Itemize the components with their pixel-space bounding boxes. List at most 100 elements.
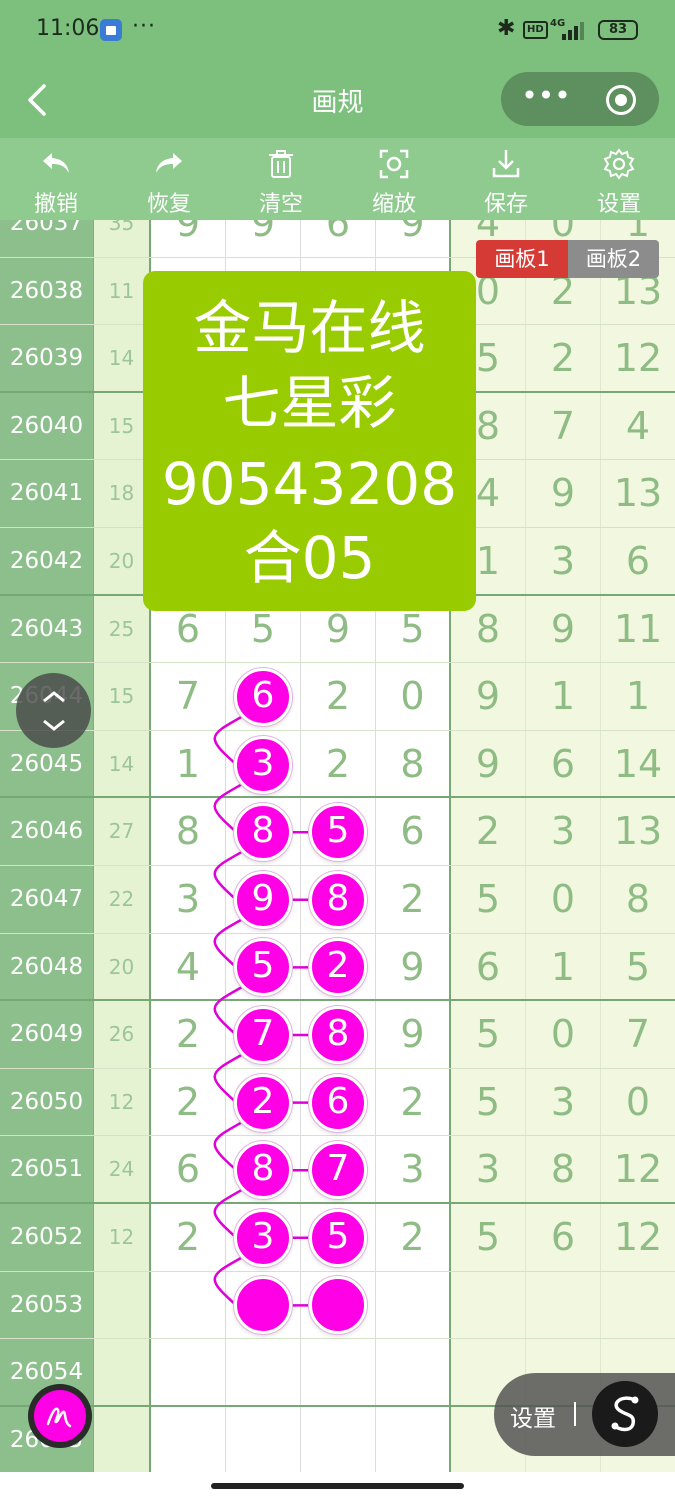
- digit-cell[interactable]: 12: [601, 1136, 675, 1202]
- digit-cell[interactable]: 2: [301, 663, 376, 730]
- digit-cell[interactable]: [151, 1406, 226, 1472]
- digit-cell[interactable]: 9: [451, 730, 526, 797]
- digit-cell[interactable]: 2: [376, 1204, 451, 1271]
- digit-cell[interactable]: 9: [526, 595, 601, 663]
- digit-cell[interactable]: 7: [526, 392, 601, 460]
- tab-board-1[interactable]: 画板1: [476, 240, 568, 278]
- digit-cell[interactable]: 3: [151, 866, 226, 933]
- digit-cell[interactable]: 6: [376, 798, 451, 865]
- digit-cell[interactable]: 9: [226, 220, 301, 257]
- digit-cell[interactable]: 1: [526, 933, 601, 1000]
- marked-ball[interactable]: 8: [234, 803, 292, 862]
- zoom-button[interactable]: 缩放: [344, 138, 444, 220]
- marked-ball[interactable]: [234, 1276, 292, 1335]
- digit-cell[interactable]: 6: [526, 1204, 601, 1271]
- digit-cell[interactable]: 5: [451, 1001, 526, 1068]
- digit-cell[interactable]: 5: [451, 1204, 526, 1271]
- redo-button[interactable]: 恢复: [119, 138, 219, 220]
- digit-cell[interactable]: 0: [376, 663, 451, 730]
- digit-cell[interactable]: 6: [526, 730, 601, 797]
- digit-cell[interactable]: 6: [451, 933, 526, 1000]
- digit-cell[interactable]: 3: [376, 1136, 451, 1202]
- digit-cell[interactable]: 2: [451, 798, 526, 865]
- close-miniprogram-icon[interactable]: [606, 85, 636, 115]
- digit-cell[interactable]: 1: [526, 663, 601, 730]
- digit-cell[interactable]: 3: [526, 798, 601, 865]
- digit-cell[interactable]: 5: [601, 933, 675, 1000]
- digit-cell[interactable]: 2: [526, 325, 601, 391]
- pen-tool-button[interactable]: [28, 1384, 92, 1448]
- marked-ball[interactable]: 5: [309, 803, 367, 862]
- digit-cell[interactable]: [226, 1339, 301, 1405]
- marked-ball[interactable]: 7: [234, 1006, 292, 1064]
- marked-ball[interactable]: 3: [234, 735, 292, 794]
- marked-ball[interactable]: 9: [234, 870, 292, 929]
- digit-cell[interactable]: 8: [376, 730, 451, 797]
- digit-cell[interactable]: 2: [151, 1204, 226, 1271]
- snake-path-icon[interactable]: [592, 1381, 658, 1447]
- digit-cell[interactable]: 6: [151, 1136, 226, 1202]
- digit-cell[interactable]: 4: [601, 392, 675, 460]
- digit-cell[interactable]: [226, 1406, 301, 1472]
- digit-cell[interactable]: 9: [451, 663, 526, 730]
- digit-cell[interactable]: 8: [601, 866, 675, 933]
- floating-settings-label[interactable]: 设置: [510, 1399, 556, 1433]
- marked-ball[interactable]: [309, 1276, 367, 1335]
- marked-ball[interactable]: 7: [309, 1141, 367, 1200]
- digit-cell[interactable]: 0: [526, 1001, 601, 1068]
- digit-cell[interactable]: 14: [601, 730, 675, 797]
- digit-cell[interactable]: 11: [601, 595, 675, 663]
- digit-cell[interactable]: 9: [526, 460, 601, 527]
- digit-cell[interactable]: 7: [151, 663, 226, 730]
- digit-cell[interactable]: 1: [151, 730, 226, 797]
- digit-cell[interactable]: 9: [376, 220, 451, 257]
- marked-ball[interactable]: 5: [234, 938, 292, 997]
- scroll-handle[interactable]: [16, 673, 91, 748]
- digit-cell[interactable]: 9: [151, 220, 226, 257]
- clear-button[interactable]: 清空: [231, 138, 331, 220]
- digit-cell[interactable]: 12: [601, 1204, 675, 1271]
- digit-cell[interactable]: [376, 1271, 451, 1339]
- digit-cell[interactable]: 3: [451, 1136, 526, 1202]
- digit-cell[interactable]: 9: [376, 933, 451, 1000]
- settings-button[interactable]: 设置: [569, 138, 669, 220]
- digit-cell[interactable]: [301, 1406, 376, 1472]
- digit-cell[interactable]: [376, 1339, 451, 1405]
- undo-button[interactable]: 撤销: [6, 138, 106, 220]
- tab-board-2[interactable]: 画板2: [568, 240, 659, 278]
- marked-ball[interactable]: 6: [309, 1073, 367, 1132]
- digit-cell[interactable]: 8: [151, 798, 226, 865]
- marked-ball[interactable]: 2: [234, 1073, 292, 1132]
- digit-cell[interactable]: 2: [376, 866, 451, 933]
- home-indicator[interactable]: [211, 1483, 464, 1489]
- digit-cell[interactable]: 13: [601, 798, 675, 865]
- digit-cell[interactable]: 3: [526, 1068, 601, 1136]
- digit-cell[interactable]: [151, 1271, 226, 1339]
- digit-cell[interactable]: [601, 1271, 675, 1339]
- digit-cell[interactable]: 2: [151, 1001, 226, 1068]
- digit-cell[interactable]: 1: [601, 663, 675, 730]
- marked-ball[interactable]: 8: [309, 870, 367, 929]
- marked-ball[interactable]: 8: [309, 1006, 367, 1064]
- digit-cell[interactable]: [301, 1339, 376, 1405]
- digit-cell[interactable]: 6: [601, 528, 675, 594]
- digit-cell[interactable]: 2: [301, 730, 376, 797]
- digit-cell[interactable]: 0: [601, 1068, 675, 1136]
- digit-cell[interactable]: 3: [526, 528, 601, 594]
- digit-cell[interactable]: 5: [451, 866, 526, 933]
- digit-cell[interactable]: 12: [601, 325, 675, 391]
- marked-ball[interactable]: 3: [234, 1208, 292, 1267]
- digit-cell[interactable]: 0: [526, 866, 601, 933]
- digit-cell[interactable]: [376, 1406, 451, 1472]
- marked-ball[interactable]: 5: [309, 1208, 367, 1267]
- digit-cell[interactable]: 2: [151, 1068, 226, 1136]
- digit-cell[interactable]: 9: [376, 1001, 451, 1068]
- digit-cell[interactable]: [451, 1271, 526, 1339]
- digit-cell[interactable]: [526, 1271, 601, 1339]
- digit-cell[interactable]: 2: [376, 1068, 451, 1136]
- digit-cell[interactable]: 4: [151, 933, 226, 1000]
- more-menu-button[interactable]: •••: [521, 78, 571, 118]
- digit-cell[interactable]: 13: [601, 460, 675, 527]
- digit-cell[interactable]: [151, 1339, 226, 1405]
- floating-settings[interactable]: 设置: [494, 1373, 675, 1456]
